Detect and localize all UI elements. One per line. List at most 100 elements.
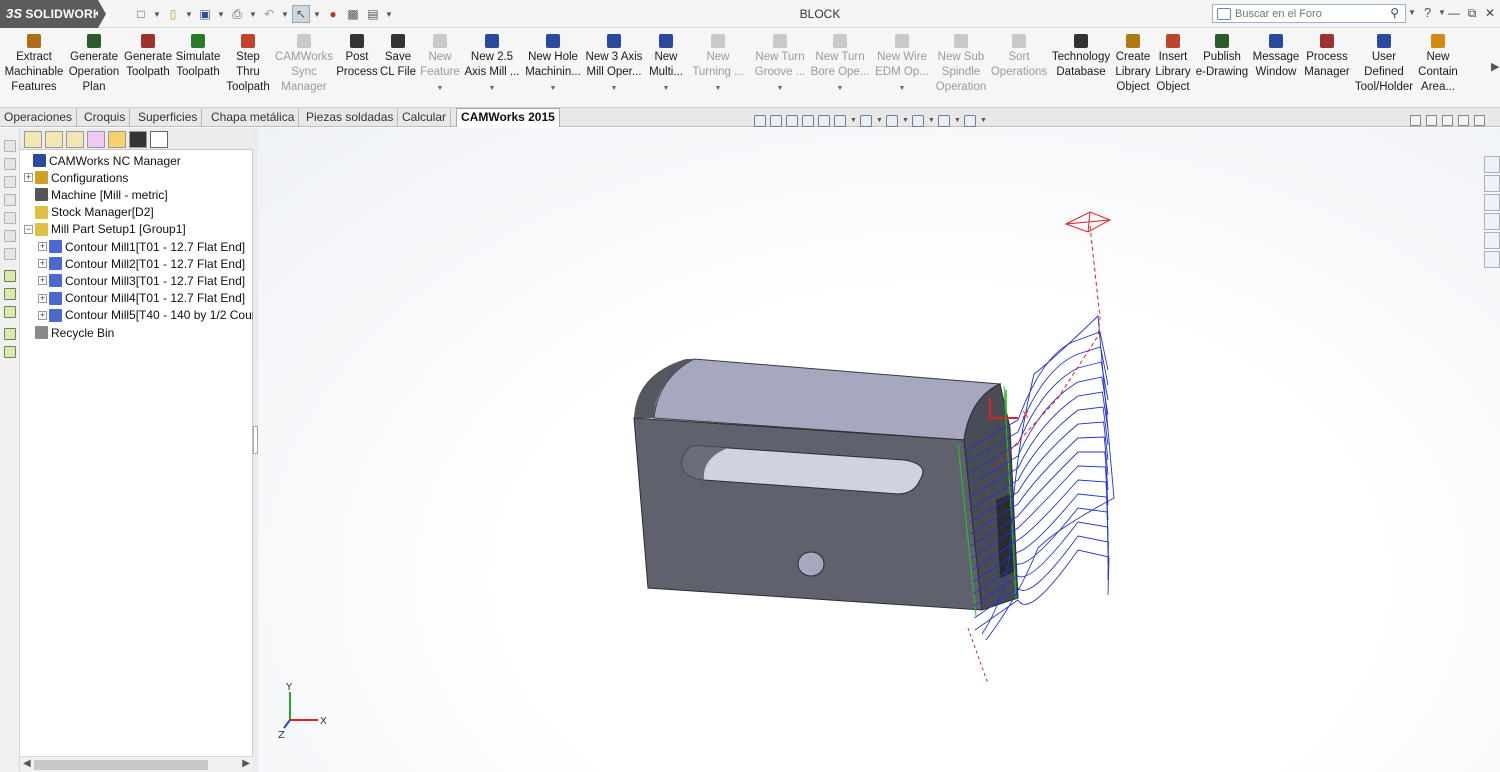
view-minimize-icon[interactable] (1442, 115, 1453, 126)
rebuild-icon[interactable]: ● (324, 5, 342, 23)
select-pointer-icon[interactable]: ↖ (292, 5, 310, 23)
solidworks-resources-icon[interactable] (1484, 156, 1500, 173)
expand-icon[interactable]: + (38, 242, 47, 251)
zoom-to-fit-icon[interactable] (754, 115, 766, 127)
file-explorer-icon[interactable] (1484, 194, 1500, 211)
save-icon[interactable]: ▣ (196, 5, 214, 23)
file-properties-icon[interactable]: ▩ (344, 5, 362, 23)
dynamic-annotation-icon[interactable] (818, 115, 830, 127)
tab-superficies[interactable]: Superficies (134, 109, 203, 126)
property-manager-tab-icon[interactable] (45, 131, 63, 148)
strip-library-icon[interactable] (4, 328, 16, 340)
feature-manager-tab-icon[interactable] (24, 131, 42, 148)
ribbon-dropdown-arrow[interactable]: ▼ (437, 81, 444, 96)
restore-icon[interactable]: ⧉ (1466, 4, 1478, 22)
view-close-icon[interactable] (1474, 115, 1485, 126)
tree-horizontal-scrollbar[interactable]: ◀ ▶ (20, 756, 253, 772)
display-style-dropdown-arrow[interactable]: ▼ (876, 115, 883, 127)
cam-feature-tree-tab-icon[interactable] (129, 131, 147, 148)
minimize-icon[interactable]: — (1448, 4, 1460, 22)
save-dropdown-arrow[interactable]: ▼ (216, 5, 226, 23)
ribbon-dropdown-arrow[interactable]: ▼ (899, 81, 906, 96)
display-style-icon[interactable] (860, 115, 872, 127)
section-view-icon[interactable] (802, 115, 814, 127)
previous-view-icon[interactable] (786, 115, 798, 127)
strip-check-icon[interactable] (4, 288, 16, 300)
print-dropdown-arrow[interactable]: ▼ (248, 5, 258, 23)
view-settings-dropdown-arrow[interactable]: ▼ (980, 115, 987, 127)
appearances-icon[interactable] (1484, 232, 1500, 249)
strip-edit-icon[interactable] (4, 270, 16, 282)
view-orientation-dropdown-arrow[interactable]: ▼ (850, 115, 857, 127)
ribbon-dropdown-arrow[interactable]: ▼ (550, 81, 557, 96)
apply-scene-icon[interactable] (938, 115, 950, 127)
expand-icon[interactable]: + (38, 276, 47, 286)
tab-chapa-metálica[interactable]: Chapa metálica (207, 109, 300, 126)
ribbon-dropdown-arrow[interactable]: ▼ (663, 81, 670, 96)
scroll-right-arrow[interactable]: ▶ (242, 758, 250, 769)
tree-node[interactable]: Recycle Bin (24, 324, 114, 341)
apply-scene-dropdown-arrow[interactable]: ▼ (954, 115, 961, 127)
hide-show-items-icon[interactable] (886, 115, 898, 127)
print-icon[interactable]: ⎙ (228, 5, 246, 23)
split-view-icon[interactable] (1426, 115, 1437, 126)
menu-expand-arrow[interactable] (98, 0, 106, 28)
ribbon-dropdown-arrow[interactable]: ▼ (715, 81, 722, 96)
strip-tool-icon[interactable] (4, 230, 16, 242)
strip-tool-icon[interactable] (4, 212, 16, 224)
undo-dropdown-arrow[interactable]: ▼ (280, 5, 290, 23)
strip-tool-icon[interactable] (4, 194, 16, 206)
expand-icon[interactable]: + (38, 310, 47, 320)
zoom-area-icon[interactable] (770, 115, 782, 127)
strip-tool-icon[interactable] (4, 140, 16, 152)
design-library-icon[interactable] (1484, 175, 1500, 192)
forum-search-box[interactable]: ⚲ (1212, 4, 1406, 23)
tree-node[interactable]: Stock Manager[D2] (24, 204, 154, 221)
ribbon-dropdown-arrow[interactable]: ▼ (837, 81, 844, 96)
strip-tool-icon[interactable] (4, 158, 16, 170)
tree-node[interactable]: + Configurations (24, 169, 128, 186)
new-document-icon[interactable]: □ (132, 5, 150, 23)
expand-icon[interactable]: + (24, 173, 33, 183)
tree-node[interactable]: CAMWorks NC Manager (22, 152, 181, 169)
view-palette-icon[interactable] (1484, 213, 1500, 230)
strip-tool-icon[interactable] (4, 176, 16, 188)
view-orientation-icon[interactable] (834, 115, 846, 127)
ribbon-dropdown-arrow[interactable]: ▼ (489, 81, 496, 96)
tree-node[interactable]: + Contour Mill5[T40 - 140 by 1/2 Coun (38, 307, 258, 324)
configuration-manager-tab-icon[interactable] (66, 131, 84, 148)
tree-node[interactable]: + Contour Mill3[T01 - 12.7 Flat End] (38, 272, 245, 289)
tab-croquis[interactable]: Croquis (80, 109, 131, 126)
undo-icon[interactable]: ↶ (260, 5, 278, 23)
hide-show-items-dropdown-arrow[interactable]: ▼ (902, 115, 909, 127)
tree-node[interactable]: + Contour Mill1[T01 - 12.7 Flat End] (38, 238, 245, 255)
ribbon-dropdown-arrow[interactable]: ▼ (777, 81, 784, 96)
dimxpert-tab-icon[interactable] (87, 131, 105, 148)
ribbon-button-contain-area[interactable]: New Contain Area... (1402, 34, 1474, 104)
select-dropdown-arrow[interactable]: ▼ (312, 5, 322, 23)
view-settings-icon[interactable] (964, 115, 976, 127)
model-view[interactable]: X Y X Z (258, 128, 1500, 772)
help-icon[interactable]: ? (1424, 5, 1431, 20)
tree-node[interactable]: Machine [Mill - metric] (24, 186, 168, 203)
ribbon-more-arrow[interactable]: ▶ (1491, 60, 1499, 73)
graphics-area[interactable]: X Y X Z ▼ ▼ ▼ ▼ ▼ ▼ (258, 115, 1500, 772)
close-icon[interactable]: ✕ (1484, 4, 1496, 22)
ribbon-dropdown-arrow[interactable]: ▼ (611, 81, 618, 96)
custom-properties-icon[interactable] (1484, 251, 1500, 268)
search-dropdown-arrow[interactable]: ▼ (1408, 8, 1416, 17)
collapse-icon[interactable]: − (24, 224, 33, 234)
tab-operaciones[interactable]: Operaciones (0, 109, 78, 126)
options-dropdown-arrow[interactable]: ▼ (384, 5, 394, 23)
scroll-left-arrow[interactable]: ◀ (23, 758, 31, 769)
tab-camworks-2015[interactable]: CAMWorks 2015 (456, 108, 560, 127)
expand-icon[interactable]: + (38, 293, 47, 303)
edit-appearance-dropdown-arrow[interactable]: ▼ (928, 115, 935, 127)
view-restore-icon[interactable] (1458, 115, 1469, 126)
edit-appearance-icon[interactable] (912, 115, 924, 127)
display-manager-tab-icon[interactable] (108, 131, 126, 148)
tree-node[interactable]: − Mill Part Setup1 [Group1] (24, 221, 186, 238)
strip-tool-icon[interactable] (4, 248, 16, 260)
tab-piezas-soldadas[interactable]: Piezas soldadas (302, 109, 399, 126)
search-input[interactable] (1235, 6, 1385, 21)
